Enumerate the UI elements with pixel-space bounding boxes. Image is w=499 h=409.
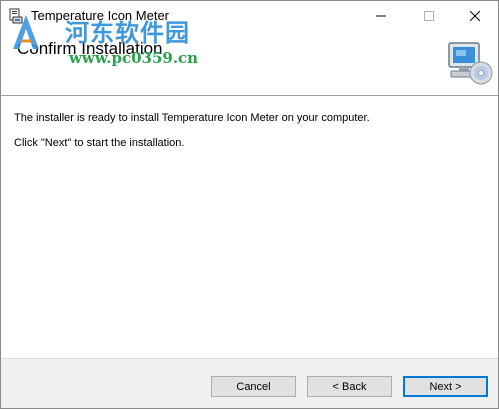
maximize-button[interactable] xyxy=(406,1,452,31)
watermark-url: www.pc0359.cn xyxy=(69,49,199,67)
installer-window: Temperature Icon Meter Confirm Installat… xyxy=(0,0,499,409)
close-icon xyxy=(470,11,480,21)
ready-message: The installer is ready to install Temper… xyxy=(14,112,370,124)
next-button[interactable]: Next > xyxy=(403,376,488,397)
instruction-message: Click "Next" to start the installation. xyxy=(14,137,185,149)
minimize-icon xyxy=(376,15,386,17)
header-banner: Confirm Installation 河东软件园 www.pc0359.cn xyxy=(1,15,498,96)
cancel-button[interactable]: Cancel xyxy=(211,376,296,397)
maximize-icon xyxy=(424,11,434,21)
content-area: The installer is ready to install Temper… xyxy=(1,96,498,358)
minimize-button[interactable] xyxy=(358,1,404,31)
close-button[interactable] xyxy=(452,1,498,31)
computer-cd-icon xyxy=(448,42,493,85)
watermark-text: 河东软件园 xyxy=(65,19,190,47)
watermark-logo-icon xyxy=(13,15,39,49)
back-button[interactable]: < Back xyxy=(307,376,392,397)
button-bar: Cancel < Back Next > xyxy=(1,358,498,408)
